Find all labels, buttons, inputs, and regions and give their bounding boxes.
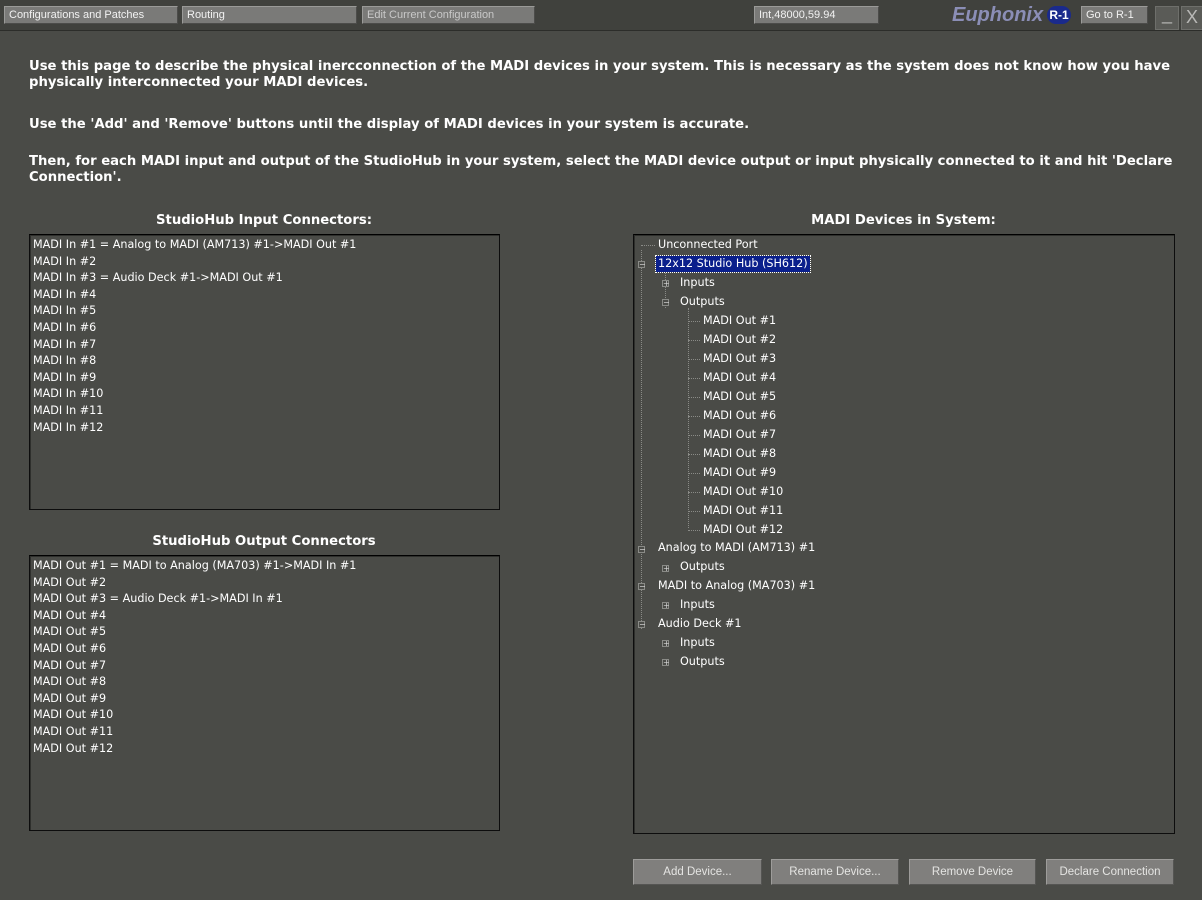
tree-guide-line bbox=[688, 530, 700, 531]
expand-toggle[interactable]: + bbox=[662, 640, 670, 648]
r1-badge: R-1 bbox=[1047, 6, 1071, 24]
input-connector-item[interactable]: MADI In #1 = Analog to MADI (AM713) #1->… bbox=[33, 237, 356, 254]
tree-item-hub-madi-out[interactable]: MADI Out #5 bbox=[703, 389, 776, 405]
tree-guide-line bbox=[688, 397, 700, 398]
add-device-button[interactable]: Add Device... bbox=[633, 859, 762, 885]
output-connector-item[interactable]: MADI Out #12 bbox=[33, 741, 356, 758]
tree-item-hub-inputs[interactable]: Inputs bbox=[680, 275, 715, 291]
output-connector-item[interactable]: MADI Out #3 = Audio Deck #1->MADI In #1 bbox=[33, 591, 356, 608]
tree-guide-line bbox=[688, 473, 700, 474]
input-connector-item[interactable]: MADI In #6 bbox=[33, 320, 356, 337]
tree-item-deck-outputs[interactable]: Outputs bbox=[680, 654, 725, 670]
tab-configurations-and-patches[interactable]: Configurations and Patches bbox=[4, 6, 178, 24]
input-connectors-title: StudioHub Input Connectors: bbox=[156, 213, 372, 228]
tree-item-am713[interactable]: Analog to MADI (AM713) #1 bbox=[658, 540, 815, 556]
tree-guide-line bbox=[688, 435, 700, 436]
output-connector-item[interactable]: MADI Out #4 bbox=[33, 608, 356, 625]
euphonix-logo: Euphonix bbox=[952, 4, 1044, 26]
tree-item-hub-madi-out[interactable]: MADI Out #11 bbox=[703, 503, 783, 519]
go-to-r1-button[interactable]: Go to R-1 bbox=[1081, 6, 1148, 24]
tree-item-unconnected-port[interactable]: Unconnected Port bbox=[658, 237, 758, 253]
tree-guide-line bbox=[641, 250, 642, 629]
collapse-toggle[interactable]: − bbox=[638, 546, 646, 554]
input-connector-item[interactable]: MADI In #4 bbox=[33, 287, 356, 304]
input-connector-item[interactable]: MADI In #3 = Audio Deck #1->MADI Out #1 bbox=[33, 270, 356, 287]
collapse-toggle[interactable]: − bbox=[638, 261, 646, 269]
input-connectors-list[interactable]: MADI In #1 = Analog to MADI (AM713) #1->… bbox=[29, 234, 500, 510]
tree-guide-line bbox=[641, 245, 655, 246]
close-button[interactable]: X bbox=[1181, 6, 1202, 30]
tree-item-hub-madi-out[interactable]: MADI Out #9 bbox=[703, 465, 776, 481]
madi-devices-title: MADI Devices in System: bbox=[811, 213, 996, 228]
tab-edit-current-configuration[interactable]: Edit Current Configuration bbox=[362, 6, 535, 24]
rename-device-button[interactable]: Rename Device... bbox=[771, 859, 899, 885]
sample-rate-display: Int,48000,59.94 bbox=[754, 6, 879, 24]
collapse-toggle[interactable]: − bbox=[662, 299, 670, 307]
tree-guide-line bbox=[688, 454, 700, 455]
tree-guide-line bbox=[688, 378, 700, 379]
madi-devices-tree[interactable]: Unconnected Port − 12x12 Studio Hub (SH6… bbox=[633, 234, 1175, 834]
remove-device-button[interactable]: Remove Device bbox=[909, 859, 1036, 885]
tree-item-hub-madi-out[interactable]: MADI Out #1 bbox=[703, 313, 776, 329]
collapse-toggle[interactable]: − bbox=[638, 621, 646, 629]
expand-toggle[interactable]: + bbox=[662, 280, 670, 288]
expand-toggle[interactable]: + bbox=[662, 602, 670, 610]
input-connector-item[interactable]: MADI In #11 bbox=[33, 403, 356, 420]
output-connector-item[interactable]: MADI Out #9 bbox=[33, 691, 356, 708]
tree-item-studio-hub[interactable]: 12x12 Studio Hub (SH612) bbox=[655, 255, 811, 273]
output-connector-item[interactable]: MADI Out #11 bbox=[33, 724, 356, 741]
top-bar: Configurations and Patches Routing Edit … bbox=[0, 0, 1202, 31]
tree-guide-line bbox=[688, 511, 700, 512]
tree-guide-line bbox=[688, 308, 689, 528]
tree-item-hub-madi-out[interactable]: MADI Out #12 bbox=[703, 522, 783, 538]
tree-item-hub-madi-out[interactable]: MADI Out #2 bbox=[703, 332, 776, 348]
tree-item-audio-deck[interactable]: Audio Deck #1 bbox=[658, 616, 742, 632]
tab-routing[interactable]: Routing bbox=[182, 6, 357, 24]
tree-item-hub-madi-out[interactable]: MADI Out #4 bbox=[703, 370, 776, 386]
tree-item-ma703-inputs[interactable]: Inputs bbox=[680, 597, 715, 613]
tree-guide-line bbox=[688, 359, 700, 360]
tree-item-hub-outputs[interactable]: Outputs bbox=[680, 294, 725, 310]
output-connector-item[interactable]: MADI Out #10 bbox=[33, 707, 356, 724]
input-connector-item[interactable]: MADI In #9 bbox=[33, 370, 356, 387]
expand-toggle[interactable]: + bbox=[662, 659, 670, 667]
tree-item-hub-madi-out[interactable]: MADI Out #6 bbox=[703, 408, 776, 424]
tree-guide-line bbox=[688, 416, 700, 417]
tree-guide-line bbox=[688, 321, 700, 322]
tree-guide-line bbox=[688, 340, 700, 341]
output-connector-item[interactable]: MADI Out #5 bbox=[33, 624, 356, 641]
output-connector-item[interactable]: MADI Out #7 bbox=[33, 658, 356, 675]
minimize-button[interactable]: _ bbox=[1155, 5, 1179, 30]
tree-item-deck-inputs[interactable]: Inputs bbox=[680, 635, 715, 651]
input-connector-item[interactable]: MADI In #8 bbox=[33, 353, 356, 370]
output-connector-item[interactable]: MADI Out #2 bbox=[33, 575, 356, 592]
output-connector-item[interactable]: MADI Out #6 bbox=[33, 641, 356, 658]
tree-item-hub-madi-out[interactable]: MADI Out #3 bbox=[703, 351, 776, 367]
input-connector-item[interactable]: MADI In #12 bbox=[33, 420, 356, 437]
output-connector-item[interactable]: MADI Out #1 = MADI to Analog (MA703) #1-… bbox=[33, 558, 356, 575]
instruction-paragraph-3: Then, for each MADI input and output of … bbox=[29, 154, 1173, 185]
output-connectors-title: StudioHub Output Connectors bbox=[152, 534, 376, 549]
tree-item-hub-madi-out[interactable]: MADI Out #10 bbox=[703, 484, 783, 500]
tree-item-am713-outputs[interactable]: Outputs bbox=[680, 559, 725, 575]
instruction-paragraph-1: Use this page to describe the physical i… bbox=[29, 59, 1171, 90]
input-connector-item[interactable]: MADI In #10 bbox=[33, 386, 356, 403]
declare-connection-button[interactable]: Declare Connection bbox=[1046, 859, 1174, 885]
input-connector-item[interactable]: MADI In #7 bbox=[33, 337, 356, 354]
input-connector-item[interactable]: MADI In #5 bbox=[33, 303, 356, 320]
instruction-paragraph-2: Use the 'Add' and 'Remove' buttons until… bbox=[29, 117, 750, 132]
expand-toggle[interactable]: + bbox=[662, 565, 670, 573]
output-connectors-list[interactable]: MADI Out #1 = MADI to Analog (MA703) #1-… bbox=[29, 555, 500, 831]
tree-item-ma703[interactable]: MADI to Analog (MA703) #1 bbox=[658, 578, 815, 594]
input-connector-item[interactable]: MADI In #2 bbox=[33, 254, 356, 271]
tree-guide-line bbox=[688, 492, 700, 493]
output-connector-item[interactable]: MADI Out #8 bbox=[33, 674, 356, 691]
tree-item-hub-madi-out[interactable]: MADI Out #7 bbox=[703, 427, 776, 443]
tree-item-hub-madi-out[interactable]: MADI Out #8 bbox=[703, 446, 776, 462]
collapse-toggle[interactable]: − bbox=[638, 583, 646, 591]
